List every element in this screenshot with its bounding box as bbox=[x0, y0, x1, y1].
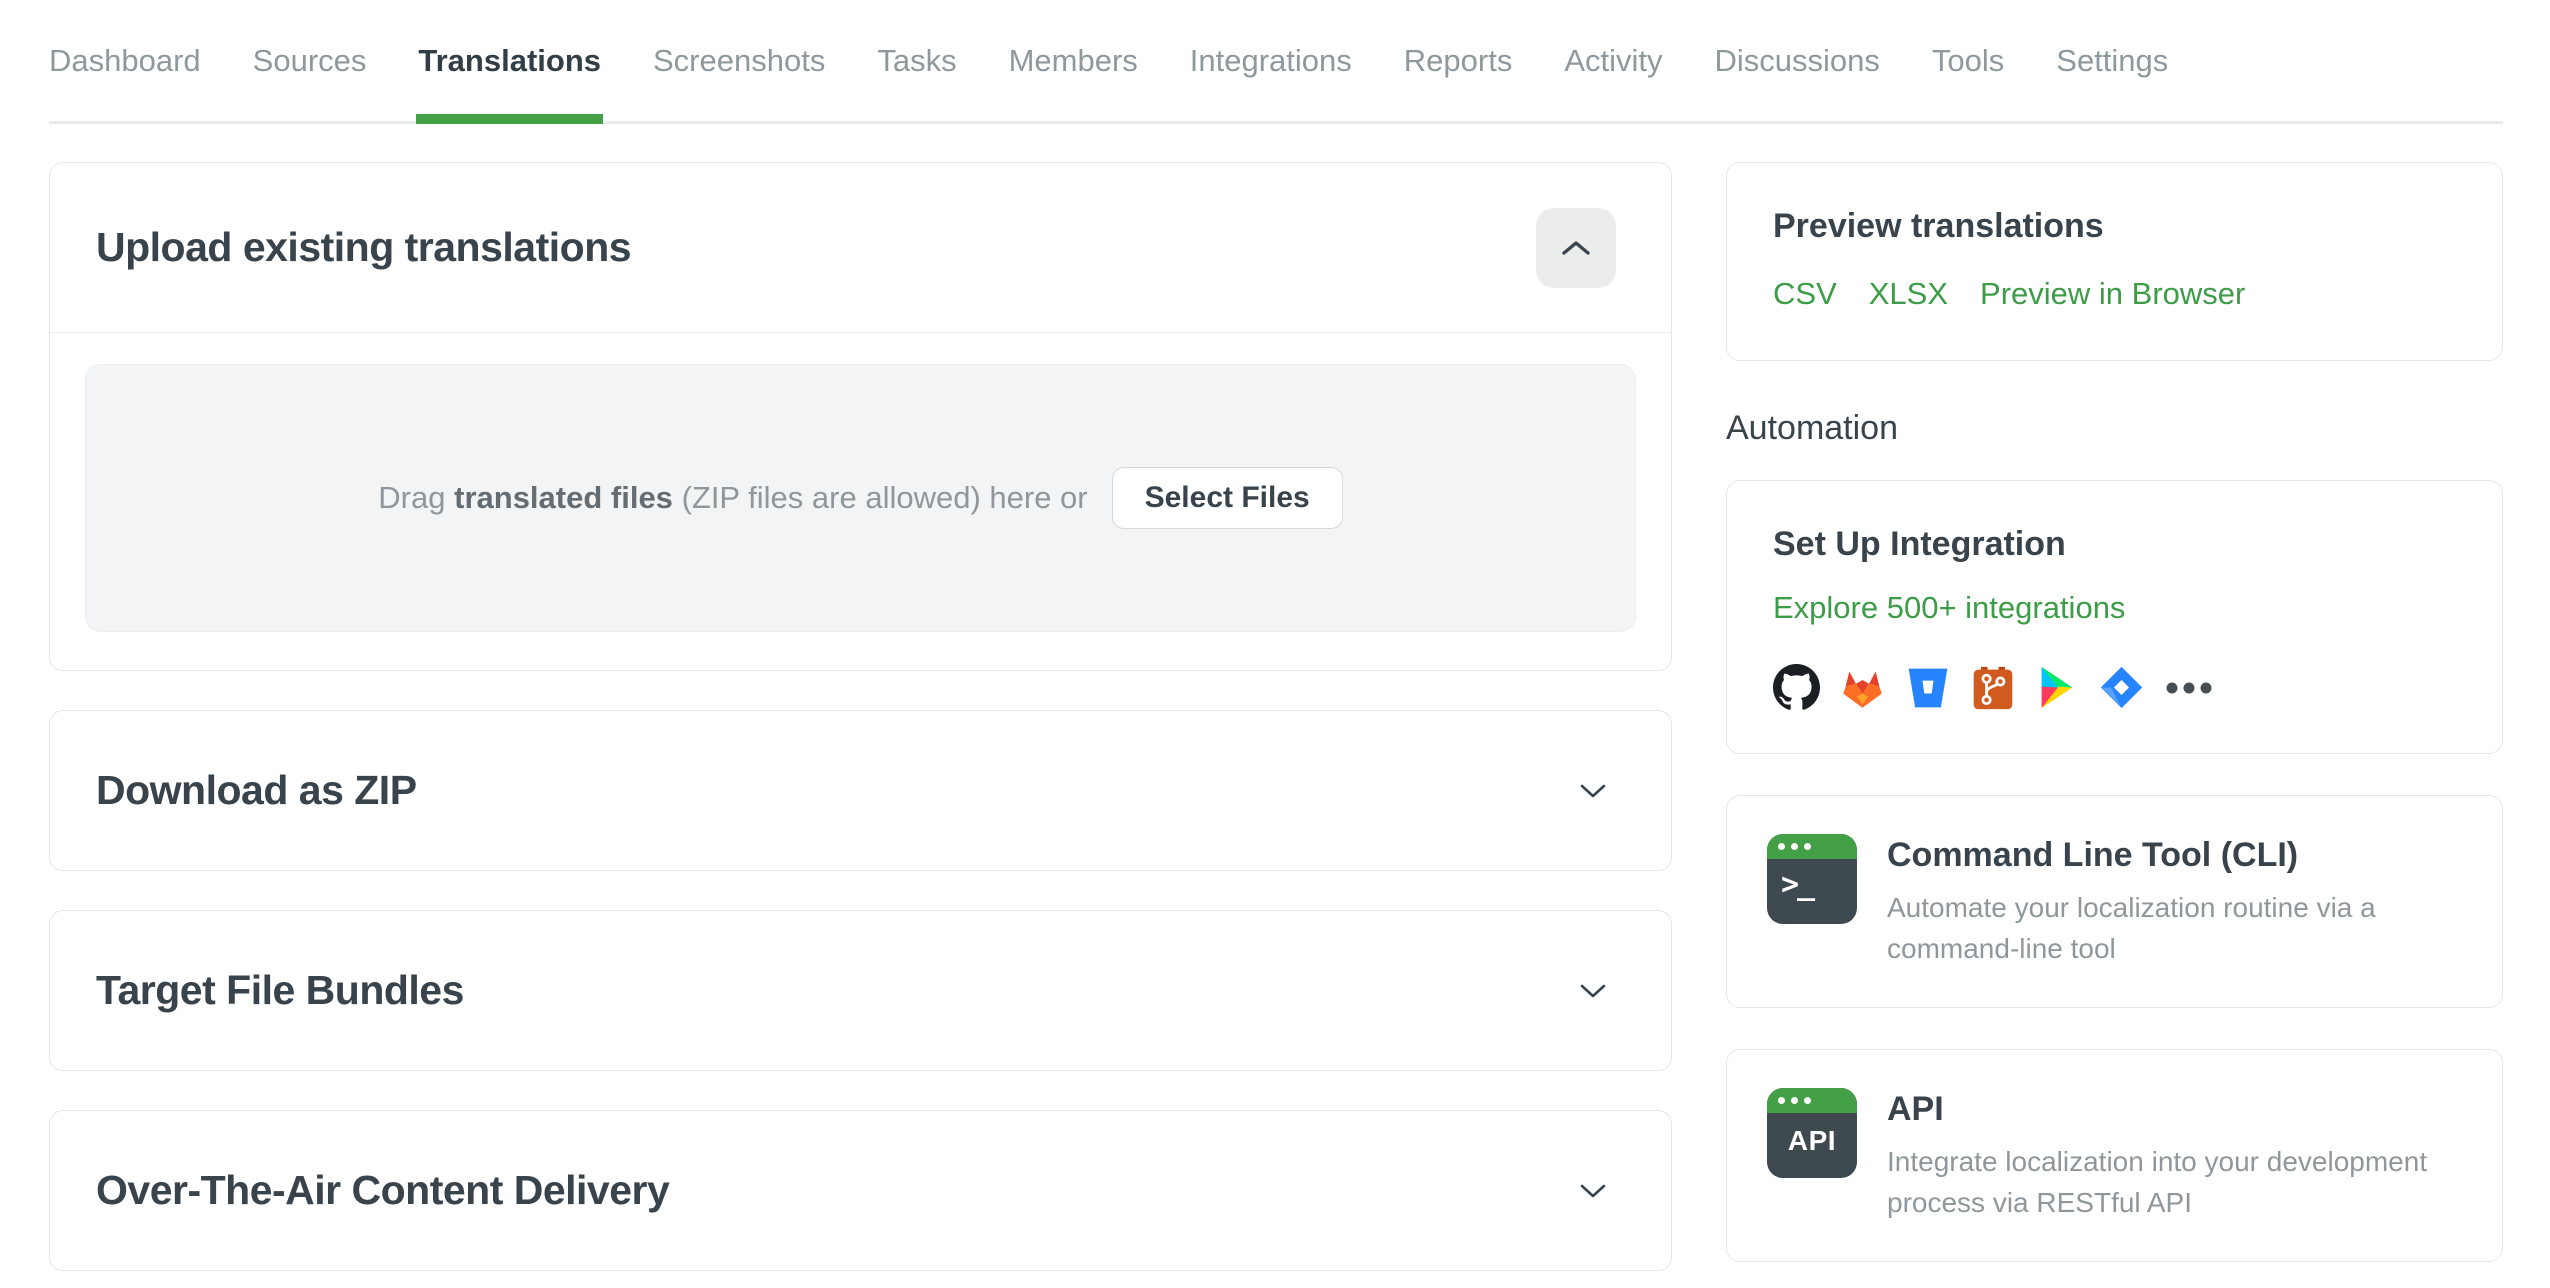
integration-icons-row bbox=[1773, 664, 2456, 711]
csv-link[interactable]: CSV bbox=[1773, 276, 1837, 312]
set-up-integration-title: Set Up Integration bbox=[1773, 525, 2066, 563]
upload-card-title: Upload existing translations bbox=[96, 224, 632, 270]
tab-sources[interactable]: Sources bbox=[253, 0, 367, 121]
over-the-air-title: Over-The-Air Content Delivery bbox=[96, 1167, 670, 1213]
tab-members[interactable]: Members bbox=[1009, 0, 1138, 121]
api-icon: API bbox=[1767, 1088, 1857, 1178]
google-play-icon[interactable] bbox=[2035, 664, 2079, 711]
tab-discussions[interactable]: Discussions bbox=[1715, 0, 1880, 121]
over-the-air-content-delivery-card[interactable]: Over-The-Air Content Delivery bbox=[49, 1110, 1672, 1271]
tab-screenshots[interactable]: Screenshots bbox=[653, 0, 825, 121]
sidebar: Preview translations CSV XLSX Preview in… bbox=[1726, 162, 2503, 1271]
chevron-down-icon bbox=[1580, 984, 1606, 997]
jira-icon[interactable] bbox=[2098, 664, 2145, 711]
api-card-description: Integrate localization into your develop… bbox=[1887, 1146, 2428, 1218]
chevron-down-icon bbox=[1580, 1184, 1606, 1197]
cli-card-title: Command Line Tool (CLI) bbox=[1887, 836, 2299, 874]
terminal-icon-prompt: >_ bbox=[1781, 867, 1815, 902]
project-tabs: Dashboard Sources Translations Screensho… bbox=[49, 0, 2503, 124]
api-icon-titlebar bbox=[1767, 1088, 1857, 1113]
terminal-icon-titlebar bbox=[1767, 834, 1857, 859]
github-icon[interactable] bbox=[1773, 664, 1820, 711]
chevron-down-icon bbox=[1580, 784, 1606, 797]
preview-translations-title: Preview translations bbox=[1773, 207, 2104, 245]
api-card[interactable]: API API Integrate localization into your… bbox=[1726, 1049, 2503, 1262]
upload-existing-translations-card: Upload existing translations Drag transl… bbox=[49, 162, 1672, 671]
set-up-integration-card: Set Up Integration Explore 500+ integrat… bbox=[1726, 480, 2503, 754]
upload-card-header: Upload existing translations bbox=[50, 163, 1671, 333]
tab-translations[interactable]: Translations bbox=[416, 0, 603, 124]
download-as-zip-card[interactable]: Download as ZIP bbox=[49, 710, 1672, 871]
target-file-bundles-title: Target File Bundles bbox=[96, 967, 464, 1013]
translations-page: Dashboard Sources Translations Screensho… bbox=[0, 0, 2550, 1271]
more-integrations-icon[interactable] bbox=[2164, 664, 2214, 711]
xlsx-link[interactable]: XLSX bbox=[1869, 276, 1948, 312]
cli-card-description: Automate your localization routine via a… bbox=[1887, 892, 2376, 964]
tab-tasks[interactable]: Tasks bbox=[877, 0, 956, 121]
preview-translations-card: Preview translations CSV XLSX Preview in… bbox=[1726, 162, 2503, 361]
upload-card-body: Drag translated files (ZIP files are all… bbox=[50, 333, 1671, 670]
terminal-icon: >_ bbox=[1767, 834, 1857, 924]
tab-settings[interactable]: Settings bbox=[2056, 0, 2168, 121]
preview-in-browser-link[interactable]: Preview in Browser bbox=[1980, 276, 2245, 312]
api-icon-label: API bbox=[1787, 1125, 1837, 1156]
tab-integrations[interactable]: Integrations bbox=[1190, 0, 1352, 121]
tab-dashboard[interactable]: Dashboard bbox=[49, 0, 201, 121]
dropzone-hint-text: Drag translated files (ZIP files are all… bbox=[378, 480, 1088, 515]
automation-heading: Automation bbox=[1726, 409, 1898, 447]
api-card-title: API bbox=[1887, 1090, 1944, 1128]
translations-main-column: Upload existing translations Drag transl… bbox=[49, 162, 1672, 1271]
tab-tools[interactable]: Tools bbox=[1932, 0, 2004, 121]
preview-links: CSV XLSX Preview in Browser bbox=[1773, 276, 2456, 312]
target-file-bundles-card[interactable]: Target File Bundles bbox=[49, 910, 1672, 1071]
explore-integrations-link[interactable]: Explore 500+ integrations bbox=[1773, 590, 2125, 626]
git-icon[interactable] bbox=[1970, 665, 2016, 711]
collapse-upload-card-button[interactable] bbox=[1536, 207, 1616, 288]
file-dropzone[interactable]: Drag translated files (ZIP files are all… bbox=[85, 364, 1636, 632]
gitlab-icon[interactable] bbox=[1839, 666, 1886, 710]
bitbucket-icon[interactable] bbox=[1905, 665, 1951, 711]
tab-activity[interactable]: Activity bbox=[1564, 0, 1662, 121]
cli-card[interactable]: >_ Command Line Tool (CLI) Automate your… bbox=[1726, 795, 2503, 1008]
chevron-up-icon bbox=[1562, 240, 1590, 255]
download-as-zip-title: Download as ZIP bbox=[96, 767, 417, 813]
tab-reports[interactable]: Reports bbox=[1404, 0, 1513, 121]
select-files-button[interactable]: Select Files bbox=[1111, 467, 1343, 529]
